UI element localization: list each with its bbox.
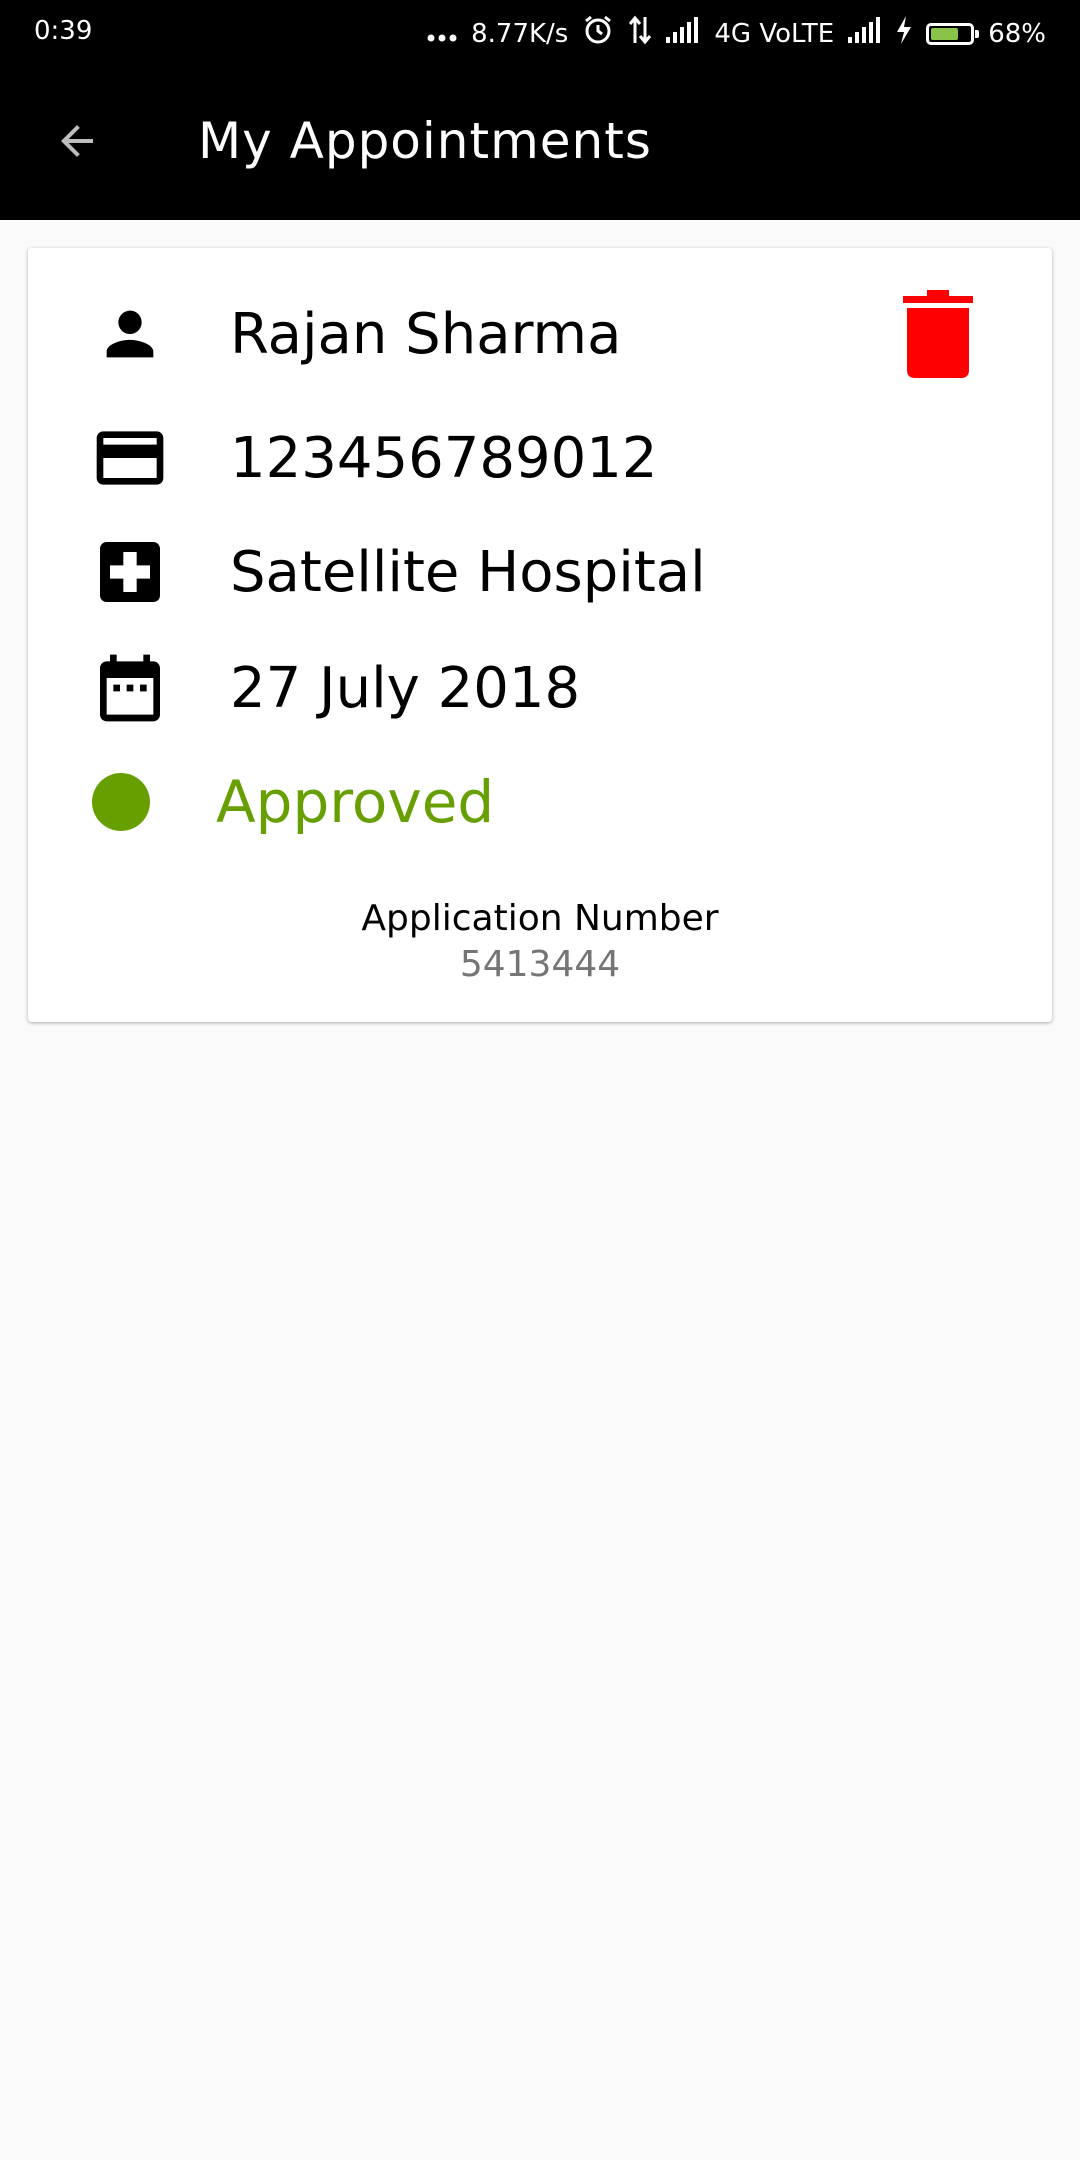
more-dots-icon [427, 19, 457, 49]
person-icon [90, 294, 170, 374]
network-type: 4G VoLTE [714, 18, 835, 49]
page-title: My Appointments [198, 112, 652, 170]
credit-card-icon [90, 418, 170, 498]
alarm-icon [582, 14, 614, 53]
status-icons: 8.77K/s 4G VoLTE 68% [427, 14, 1046, 53]
signal-icon [666, 17, 700, 50]
status-bar: 0:39 8.77K/s 4G VoLTE 68% [0, 0, 1080, 66]
app-bar: My Appointments [0, 66, 1080, 220]
status-time: 0:39 [34, 16, 93, 46]
hospital-name: Satellite Hospital [230, 539, 706, 605]
arrow-left-icon [53, 117, 101, 169]
application-number-label: Application Number [361, 898, 719, 939]
patient-name: Rajan Sharma [230, 301, 622, 367]
charging-icon [896, 16, 912, 51]
name-row: Rajan Sharma [28, 294, 1052, 374]
back-button[interactable] [44, 110, 110, 176]
status-indicator [92, 773, 150, 831]
date-row: 27 July 2018 [28, 648, 1052, 728]
hospital-row: Satellite Hospital [28, 532, 1052, 612]
application-number: 5413444 [459, 944, 621, 985]
signal-icon [848, 17, 882, 50]
appointment-card[interactable]: Rajan Sharma 123456789012 Satellite Hosp… [28, 248, 1052, 1022]
battery-percent: 68% [988, 18, 1046, 49]
card-number: 123456789012 [230, 425, 658, 491]
data-transfer-icon [628, 15, 652, 52]
card-number-row: 123456789012 [28, 418, 1052, 498]
calendar-icon [90, 648, 170, 728]
status-row: Approved [28, 762, 1052, 842]
battery-icon [926, 22, 980, 45]
status-label: Approved [216, 768, 495, 836]
appointment-date: 27 July 2018 [230, 655, 581, 721]
network-speed: 8.77K/s [471, 18, 569, 49]
hospital-icon [90, 532, 170, 612]
battery-fill [931, 27, 959, 40]
